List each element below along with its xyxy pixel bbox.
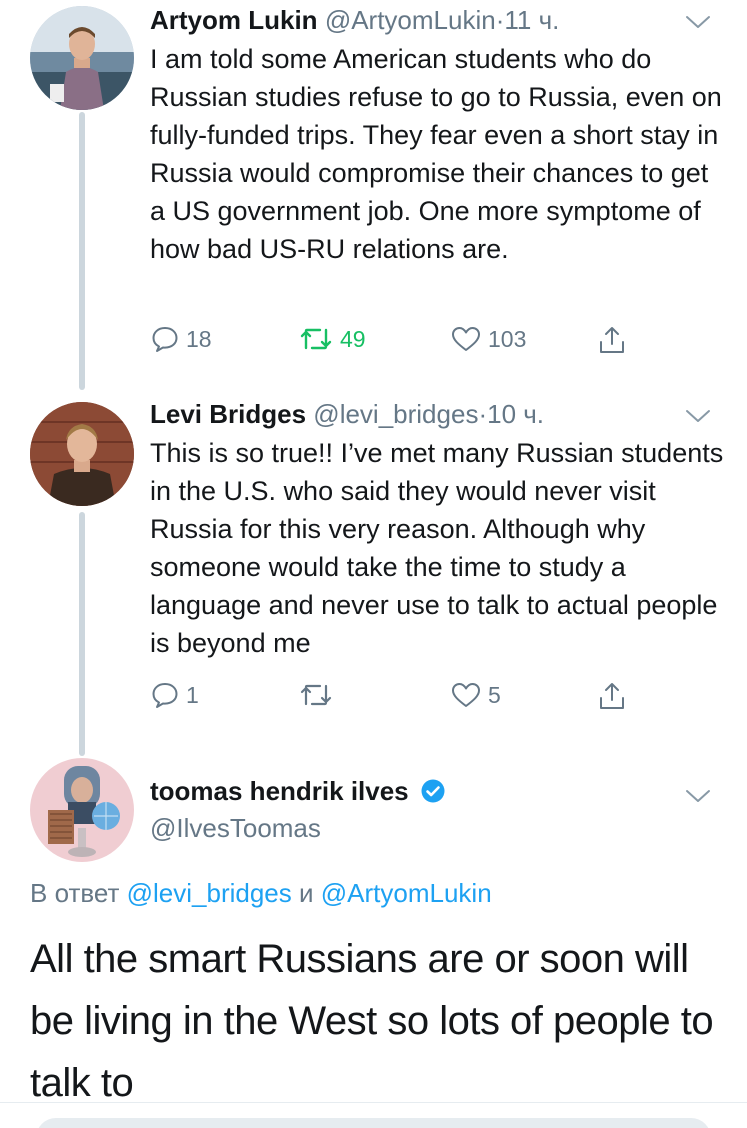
reply-button[interactable]: 1	[150, 680, 199, 710]
display-name[interactable]: Levi Bridges	[150, 399, 306, 429]
reply-button[interactable]: 18	[150, 324, 212, 354]
like-count: 5	[488, 681, 501, 708]
reply-count: 18	[186, 325, 212, 352]
retweet-button[interactable]	[298, 680, 340, 710]
like-icon	[450, 680, 482, 710]
reply-mention-link[interactable]: @levi_bridges	[127, 878, 292, 908]
tweet-header: Levi Bridges @levi_bridges·10 ч.	[150, 398, 727, 430]
focused-tweet-text: All the smart Russians are or soon will …	[30, 937, 714, 1105]
tweet-text: I am told some American students who do …	[150, 44, 722, 264]
timestamp[interactable]: 11 ч.	[504, 5, 559, 35]
tweet[interactable]: Levi Bridges @levi_bridges·10 ч. This is…	[150, 398, 727, 662]
retweet-button[interactable]: 49	[298, 324, 366, 354]
like-button[interactable]: 5	[450, 680, 501, 710]
user-handle[interactable]: @levi_bridges	[313, 399, 478, 429]
tweet-actions: 1 5	[150, 680, 640, 716]
separator-dot: ·	[478, 399, 488, 429]
reply-context: В ответ @levi_bridges и @ArtyomLukin	[30, 878, 492, 909]
display-name[interactable]: toomas hendrik ilves	[150, 776, 409, 806]
retweet-icon	[298, 324, 334, 354]
share-icon	[596, 680, 628, 712]
share-button[interactable]	[596, 680, 628, 712]
like-count: 103	[488, 325, 527, 352]
caret-down-icon[interactable]	[685, 788, 711, 804]
user-handle[interactable]: @ArtyomLukin	[325, 5, 496, 35]
share-icon	[596, 324, 628, 356]
retweet-icon	[298, 680, 334, 710]
divider	[0, 1102, 747, 1103]
verified-badge-icon	[420, 778, 446, 804]
thread-connector-line	[79, 512, 85, 756]
timestamp[interactable]: 10 ч.	[487, 399, 544, 429]
share-button[interactable]	[596, 324, 628, 356]
reply-count: 1	[186, 681, 199, 708]
reply-icon	[150, 324, 180, 354]
like-button[interactable]: 103	[450, 324, 526, 354]
tweet-author[interactable]: toomas hendrik ilves @IlvesToomas	[150, 772, 727, 846]
avatar[interactable]	[30, 758, 134, 862]
caret-down-icon[interactable]	[685, 408, 711, 424]
tweet-text: This is so true!! I’ve met many Russian …	[150, 438, 724, 658]
thread-connector-line	[79, 112, 85, 390]
tweet-actions: 18 49 103	[150, 324, 640, 360]
reply-mention-link[interactable]: @ArtyomLukin	[321, 878, 492, 908]
avatar[interactable]	[30, 6, 134, 110]
tweet-header: Artyom Lukin @ArtyomLukin·11 ч.	[150, 4, 727, 36]
user-handle[interactable]: @IlvesToomas	[150, 813, 321, 843]
focus-name-row: toomas hendrik ilves	[150, 772, 727, 810]
reply-compose-bar[interactable]	[36, 1118, 711, 1128]
display-name[interactable]: Artyom Lukin	[150, 5, 318, 35]
retweet-count: 49	[340, 325, 366, 352]
tweet[interactable]: Artyom Lukin @ArtyomLukin·11 ч. I am tol…	[150, 4, 727, 268]
avatar[interactable]	[30, 402, 134, 506]
reply-prefix: В ответ	[30, 878, 120, 908]
reply-icon	[150, 680, 180, 710]
reply-conjunction: и	[299, 878, 314, 908]
caret-down-icon[interactable]	[685, 14, 711, 30]
like-icon	[450, 324, 482, 354]
focus-handle-row: @IlvesToomas	[150, 810, 727, 846]
